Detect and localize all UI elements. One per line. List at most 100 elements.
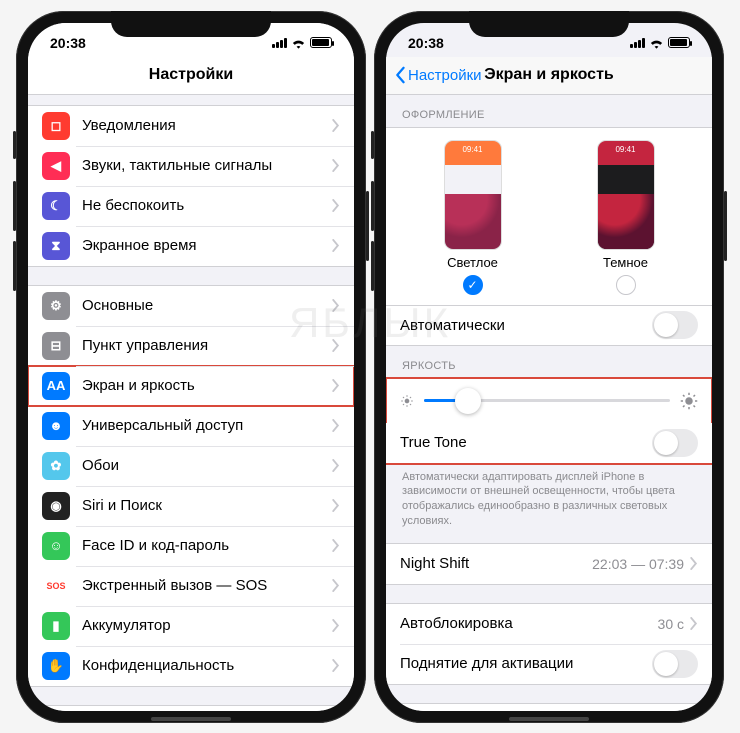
sos-icon: SOS: [42, 572, 70, 600]
autolock-row[interactable]: Автоблокировка 30 с: [386, 604, 712, 644]
control-center-icon: ⊟: [42, 332, 70, 360]
autolock-label: Автоблокировка: [400, 615, 658, 632]
chevron-right-icon: [332, 239, 340, 252]
chevron-right-icon: [332, 539, 340, 552]
settings-row-display[interactable]: AA Экран и яркость: [28, 366, 354, 406]
battery-icon: [310, 37, 332, 48]
notch: [111, 11, 271, 37]
automatic-toggle[interactable]: [652, 311, 698, 339]
sounds-icon: ◀︎: [42, 152, 70, 180]
status-time: 20:38: [50, 35, 86, 51]
settings-row-general[interactable]: ⚙ Основные: [28, 286, 354, 326]
appearance-dark-option[interactable]: Темное: [571, 140, 681, 295]
settings-row-siri[interactable]: ◉ Siri и Поиск: [28, 486, 354, 526]
brightness-slider[interactable]: [424, 399, 670, 402]
settings-row-screentime[interactable]: ⧗ Экранное время: [28, 226, 354, 266]
raise-toggle[interactable]: [652, 650, 698, 678]
dark-radio[interactable]: [616, 275, 636, 295]
automatic-row[interactable]: Автоматически: [386, 306, 712, 346]
settings-row-notifications[interactable]: ◻︎ Уведомления: [28, 106, 354, 146]
wallpaper-icon: ✿: [42, 452, 70, 480]
settings-list[interactable]: ◻︎ Уведомления ◀︎ Звуки, тактильные сигналы…: [28, 95, 354, 711]
siri-icon: ◉: [42, 492, 70, 520]
settings-row-sounds[interactable]: ◀︎ Звуки, тактильные сигналы: [28, 146, 354, 186]
row-label: Конфиденциальность: [82, 657, 332, 674]
cellular-icon: [630, 38, 645, 48]
chevron-right-icon: [332, 419, 340, 432]
sun-min-icon: [400, 394, 414, 408]
appearance-light-option[interactable]: Светлое: [418, 140, 528, 295]
row-label: Универсальный доступ: [82, 417, 332, 434]
settings-row-appstore[interactable]: ⒶiTunes Store и App Store: [28, 706, 354, 711]
chevron-right-icon: [332, 579, 340, 592]
settings-row-faceid[interactable]: ☺Face ID и код-пароль: [28, 526, 354, 566]
nightshift-label: Night Shift: [400, 555, 592, 572]
row-label: Не беспокоить: [82, 197, 332, 214]
navbar: Настройки: [28, 57, 354, 95]
row-label: Звуки, тактильные сигналы: [82, 157, 332, 174]
privacy-icon: ✋: [42, 652, 70, 680]
brightness-section-highlight: True Tone: [386, 378, 712, 464]
settings-row-wallpaper[interactable]: ✿ Обои: [28, 446, 354, 486]
appearance-header: ОФОРМЛЕНИЕ: [386, 95, 712, 127]
light-radio-checked[interactable]: [463, 275, 483, 295]
dnd-icon: ☾: [42, 192, 70, 220]
autolock-value: 30 с: [658, 616, 684, 632]
brightness-slider-row[interactable]: [386, 379, 712, 423]
row-label: Обои: [82, 457, 332, 474]
battery-icon: [668, 37, 690, 48]
notch: [469, 11, 629, 37]
chevron-right-icon: [690, 557, 698, 570]
light-theme-thumb: [444, 140, 502, 250]
row-label: Основные: [82, 297, 332, 314]
phone-right: 20:38 Настройки Экран и яркость ОФОРМЛЕН…: [374, 11, 724, 723]
settings-row-privacy[interactable]: ✋ Конфиденциальность: [28, 646, 354, 686]
display-settings[interactable]: ОФОРМЛЕНИЕ Светлое Темное Автомат: [386, 95, 712, 711]
textsize-row[interactable]: Размер текста: [386, 704, 712, 711]
row-label: Уведомления: [82, 117, 332, 134]
chevron-right-icon: [332, 619, 340, 632]
row-label: Siri и Поиск: [82, 497, 332, 514]
nightshift-value: 22:03 — 07:39: [592, 556, 684, 572]
appearance-section: Светлое Темное: [386, 127, 712, 306]
row-label: Экстренный вызов — SOS: [82, 577, 332, 594]
back-label: Настройки: [408, 67, 482, 84]
nightshift-row[interactable]: Night Shift 22:03 — 07:39: [386, 544, 712, 584]
truetone-label: True Tone: [400, 434, 652, 451]
row-label: Экранное время: [82, 237, 332, 254]
status-time: 20:38: [408, 35, 444, 51]
slider-thumb[interactable]: [455, 388, 481, 414]
display-icon: AA: [42, 372, 70, 400]
brightness-header: ЯРКОСТЬ: [386, 346, 712, 378]
settings-row-control-center[interactable]: ⊟ Пункт управления: [28, 326, 354, 366]
dark-theme-thumb: [597, 140, 655, 250]
light-label: Светлое: [447, 255, 498, 270]
chevron-right-icon: [332, 339, 340, 352]
settings-row-sos[interactable]: SOS Экстренный вызов — SOS: [28, 566, 354, 606]
automatic-label: Автоматически: [400, 317, 652, 334]
phone-left: 20:38 Настройки ◻︎ Уведомления ◀︎ Звуки, та…: [16, 11, 366, 723]
cellular-icon: [272, 38, 287, 48]
dark-label: Темное: [603, 255, 648, 270]
truetone-footer: Автоматически адаптировать дисплей iPhon…: [386, 464, 712, 533]
screentime-icon: ⧗: [42, 232, 70, 260]
settings-row-dnd[interactable]: ☾ Не беспокоить: [28, 186, 354, 226]
settings-row-battery[interactable]: ▮Аккумулятор: [28, 606, 354, 646]
chevron-right-icon: [690, 617, 698, 630]
truetone-row[interactable]: True Tone: [386, 423, 712, 463]
back-button[interactable]: Настройки: [394, 66, 482, 84]
chevron-right-icon: [332, 379, 340, 392]
row-label: Экран и яркость: [82, 377, 332, 394]
chevron-right-icon: [332, 159, 340, 172]
raise-row[interactable]: Поднятие для активации: [386, 644, 712, 684]
sun-max-icon: [680, 392, 698, 410]
settings-row-accessibility[interactable]: ☻Универсальный доступ: [28, 406, 354, 446]
general-icon: ⚙: [42, 292, 70, 320]
row-label: Пункт управления: [82, 337, 332, 354]
raise-label: Поднятие для активации: [400, 655, 652, 672]
chevron-right-icon: [332, 459, 340, 472]
chevron-right-icon: [332, 499, 340, 512]
notifications-icon: ◻︎: [42, 112, 70, 140]
chevron-right-icon: [332, 199, 340, 212]
truetone-toggle[interactable]: [652, 429, 698, 457]
